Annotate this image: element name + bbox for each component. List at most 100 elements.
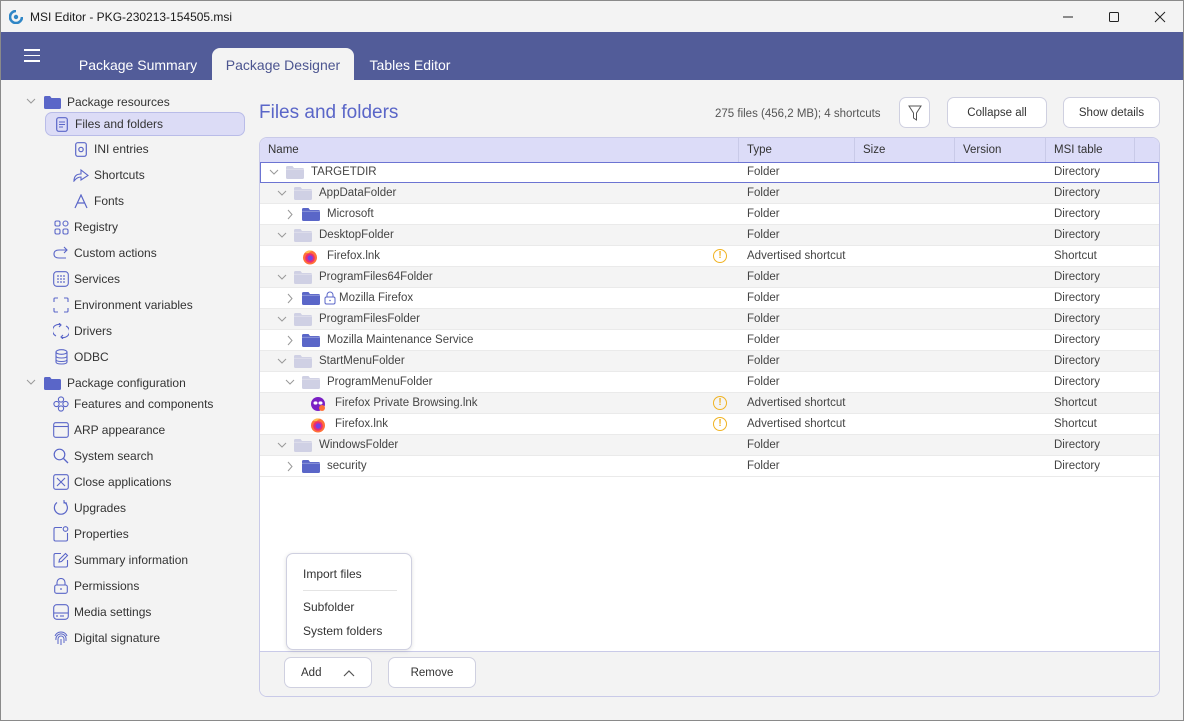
table-row[interactable]: DesktopFolder Folder Directory xyxy=(260,225,1159,246)
sidebar-item-features-and-components[interactable]: Features and components xyxy=(53,392,213,416)
table-row[interactable]: Microsoft Folder Directory xyxy=(260,204,1159,225)
row-table: Directory xyxy=(1054,355,1101,367)
chevron-down-icon[interactable] xyxy=(26,96,36,106)
menu-item-subfolder[interactable]: Subfolder xyxy=(303,600,354,614)
collapse-all-button[interactable]: Collapse all xyxy=(947,97,1047,128)
column-header-type[interactable]: Type xyxy=(739,138,855,162)
column-header-msi-table[interactable]: MSI table xyxy=(1046,138,1135,162)
sidebar-item-properties[interactable]: Properties xyxy=(53,522,129,546)
sidebar-item-services[interactable]: Services xyxy=(53,267,120,291)
warning-icon[interactable]: ! xyxy=(713,249,727,263)
chevron-down-icon[interactable] xyxy=(277,267,287,288)
sidebar-group-package-resources[interactable]: Package resources xyxy=(44,92,170,112)
sidebar-item-shortcuts[interactable]: Shortcuts xyxy=(73,163,145,187)
column-header-version[interactable]: Version xyxy=(955,138,1046,162)
column-header-name[interactable]: Name xyxy=(260,138,739,162)
maximize-button[interactable] xyxy=(1091,1,1137,32)
drive-icon xyxy=(53,604,69,620)
window-title: MSI Editor - PKG-230213-154505.msi xyxy=(30,9,233,24)
chevron-right-icon[interactable] xyxy=(285,456,295,477)
chevron-right-icon[interactable] xyxy=(285,204,295,225)
sidebar-item-media-settings[interactable]: Media settings xyxy=(53,600,151,624)
firefox-private-icon xyxy=(310,396,328,411)
sidebar-item-digital-signature[interactable]: Digital signature xyxy=(53,626,160,650)
table-row[interactable]: WindowsFolder Folder Directory xyxy=(260,435,1159,456)
add-button-label: Add xyxy=(301,666,322,679)
sidebar-item-custom-actions[interactable]: Custom actions xyxy=(53,241,157,265)
warning-icon[interactable]: ! xyxy=(713,417,727,431)
table-row[interactable]: StartMenuFolder Folder Directory xyxy=(260,351,1159,372)
chevron-down-icon[interactable] xyxy=(269,162,279,183)
database-icon xyxy=(53,349,69,365)
system-folder-icon xyxy=(286,166,304,179)
row-type: Folder xyxy=(747,439,780,451)
sidebar-item-drivers[interactable]: Drivers xyxy=(53,319,112,343)
sidebar-item-label: Media settings xyxy=(74,605,152,619)
table-row[interactable]: security Folder Directory xyxy=(260,456,1159,477)
filter-icon xyxy=(907,105,922,121)
table-row[interactable]: AppDataFolder Folder Directory xyxy=(260,183,1159,204)
tab-tables-editor[interactable]: Tables Editor xyxy=(357,48,463,80)
edit-icon xyxy=(53,552,69,568)
sidebar-item-arp-appearance[interactable]: ARP appearance xyxy=(53,418,165,442)
sidebar-item-ini-entries[interactable]: INI entries xyxy=(73,137,149,161)
sidebar-item-permissions[interactable]: Permissions xyxy=(53,574,139,598)
services-icon xyxy=(53,271,69,287)
chevron-right-icon[interactable] xyxy=(285,288,295,309)
chevron-down-icon[interactable] xyxy=(277,309,287,330)
menu-item-import-files[interactable]: Import files xyxy=(303,567,362,581)
sidebar-item-environment-variables[interactable]: Environment variables xyxy=(53,293,193,317)
chevron-down-icon[interactable] xyxy=(277,351,287,372)
table-row[interactable]: TARGETDIR Folder Directory xyxy=(260,162,1159,183)
row-name: ProgramFilesFolder xyxy=(319,313,420,325)
row-table: Directory xyxy=(1054,271,1101,283)
remove-button[interactable]: Remove xyxy=(388,657,476,688)
sidebar-item-registry[interactable]: Registry xyxy=(53,215,118,239)
chevron-down-icon[interactable] xyxy=(277,183,287,204)
sidebar-item-system-search[interactable]: System search xyxy=(53,444,153,468)
menu-item-system-folders[interactable]: System folders xyxy=(303,624,382,638)
minimize-button[interactable] xyxy=(1045,1,1091,32)
table-row[interactable]: ProgramFilesFolder Folder Directory xyxy=(260,309,1159,330)
table-row[interactable]: Firefox.lnk! Advertised shortcut Shortcut xyxy=(260,246,1159,267)
table-row[interactable]: Firefox.lnk! Advertised shortcut Shortcut xyxy=(260,414,1159,435)
sidebar-item-close-applications[interactable]: Close applications xyxy=(53,470,171,494)
sidebar-item-files-and-folders[interactable]: Files and folders xyxy=(45,112,245,136)
sidebar-item-fonts[interactable]: Fonts xyxy=(73,189,124,213)
sidebar-item-upgrades[interactable]: Upgrades xyxy=(53,496,126,520)
close-button[interactable] xyxy=(1137,1,1183,32)
chevron-down-icon[interactable] xyxy=(277,225,287,246)
firefox-icon xyxy=(302,249,320,265)
sidebar-item-label: Permissions xyxy=(74,579,140,593)
table-row[interactable]: Mozilla Firefox Folder Directory xyxy=(260,288,1159,309)
column-header-size[interactable]: Size xyxy=(855,138,955,162)
table-row[interactable]: ProgramMenuFolder Folder Directory xyxy=(260,372,1159,393)
drivers-icon xyxy=(53,323,69,339)
chevron-down-icon[interactable] xyxy=(277,435,287,456)
chevron-down-icon[interactable] xyxy=(26,377,36,387)
custom-action-icon xyxy=(53,245,69,261)
sidebar-group-package-configuration[interactable]: Package configuration xyxy=(44,373,186,393)
add-button[interactable]: Add xyxy=(284,657,372,688)
chevron-right-icon[interactable] xyxy=(285,330,295,351)
table-row[interactable]: Firefox Private Browsing.lnk! Advertised … xyxy=(260,393,1159,414)
sidebar-item-summary-information[interactable]: Summary information xyxy=(53,548,188,572)
table-row[interactable]: ProgramFiles64Folder Folder Directory xyxy=(260,267,1159,288)
system-folder-icon xyxy=(294,355,312,368)
table-row[interactable]: Mozilla Maintenance Service Folder Directo… xyxy=(260,330,1159,351)
sidebar-item-odbc[interactable]: ODBC xyxy=(53,345,109,369)
tab-package-summary[interactable]: Package Summary xyxy=(67,48,209,80)
add-dropdown-menu: Import files Subfolder System folders xyxy=(286,553,412,650)
row-name: Firefox.lnk xyxy=(327,250,381,262)
row-name: Firefox Private Browsing.lnk xyxy=(335,397,478,409)
chevron-down-icon[interactable] xyxy=(285,372,295,393)
filter-button[interactable] xyxy=(899,97,930,128)
sidebar-item-label: Close applications xyxy=(74,475,172,489)
warning-icon[interactable]: ! xyxy=(713,396,727,410)
hamburger-menu-icon[interactable] xyxy=(24,49,40,62)
row-table: Directory xyxy=(1054,313,1101,325)
tab-package-designer[interactable]: Package Designer xyxy=(212,48,354,80)
row-type: Folder xyxy=(747,187,780,199)
sidebar-group-label: Package resources xyxy=(67,95,170,109)
show-details-button[interactable]: Show details xyxy=(1063,97,1160,128)
